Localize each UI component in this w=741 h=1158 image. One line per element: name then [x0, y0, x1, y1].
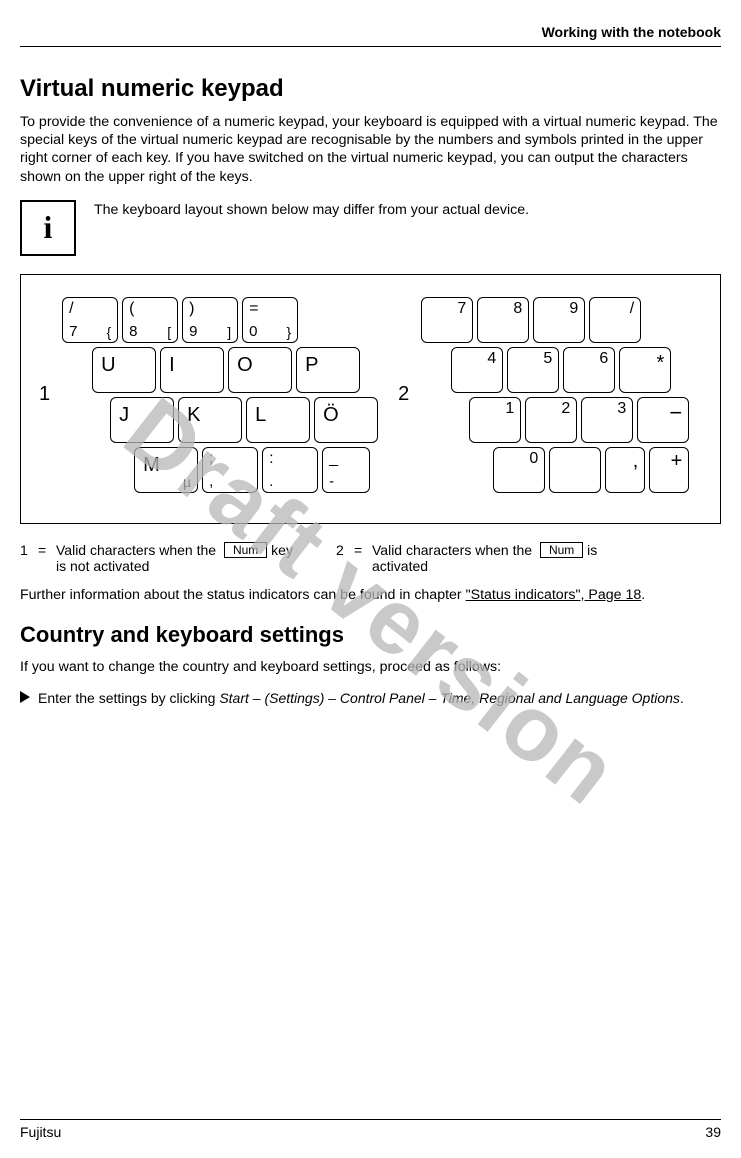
key: )9]: [182, 297, 238, 343]
step-bullet-icon: [20, 691, 30, 703]
key: O: [228, 347, 292, 393]
key: ;,: [202, 447, 258, 493]
key: 5: [507, 347, 559, 393]
key: P: [296, 347, 360, 393]
step-row: Enter the settings by clicking Start – (…: [20, 690, 721, 706]
diagram-label-1: 1: [39, 383, 50, 406]
key: :.: [262, 447, 318, 493]
legend-item-2: 2 = Valid characters when the Num is act…: [336, 542, 612, 574]
num-key-label: Num: [224, 542, 267, 558]
footer-brand: Fujitsu: [20, 1124, 61, 1140]
info-icon: i: [20, 200, 76, 256]
status-indicators-link[interactable]: "Status indicators", Page 18: [466, 587, 642, 603]
further-info-paragraph: Further information about the status ind…: [20, 586, 721, 604]
key: (8[: [122, 297, 178, 343]
key: /: [589, 297, 641, 343]
key: 3: [581, 397, 633, 443]
num-key-label: Num: [540, 542, 583, 558]
legend-item-1: 1 = Valid characters when the Num key is…: [20, 542, 296, 574]
key: J: [110, 397, 174, 443]
key: =0}: [242, 297, 298, 343]
key: Mµ: [134, 447, 198, 493]
header-divider: [20, 46, 721, 47]
keyboard-right: 7 8 9 / 4 5 6 * 1 2 3 − 0: [421, 297, 689, 493]
page-footer: Fujitsu 39: [20, 1119, 721, 1140]
key: 0: [493, 447, 545, 493]
keyboard-diagram: 1 /7{ (8[ )9] =0} U I O P J K: [20, 274, 721, 524]
key: /7{: [62, 297, 118, 343]
diagram-legend: 1 = Valid characters when the Num key is…: [20, 542, 721, 574]
key: 1: [469, 397, 521, 443]
heading-country-keyboard: Country and keyboard settings: [20, 622, 721, 648]
running-header: Working with the notebook: [20, 24, 721, 46]
key: 4: [451, 347, 503, 393]
key: I: [160, 347, 224, 393]
info-note: i The keyboard layout shown below may di…: [20, 200, 721, 256]
key: 2: [525, 397, 577, 443]
key: U: [92, 347, 156, 393]
key: _-: [322, 447, 370, 493]
diagram-label-2: 2: [398, 383, 409, 406]
key: 9: [533, 297, 585, 343]
key: K: [178, 397, 242, 443]
keyboard-left: /7{ (8[ )9] =0} U I O P J K L Ö: [62, 297, 378, 493]
country-intro: If you want to change the country and ke…: [20, 658, 721, 676]
intro-paragraph: To provide the convenience of a numeric …: [20, 113, 721, 186]
info-note-text: The keyboard layout shown below may diff…: [94, 200, 529, 218]
heading-virtual-keypad: Virtual numeric keypad: [20, 75, 721, 103]
key: ,: [605, 447, 645, 493]
key: [549, 447, 601, 493]
key: Ö: [314, 397, 378, 443]
key: 8: [477, 297, 529, 343]
key: −: [637, 397, 689, 443]
key: L: [246, 397, 310, 443]
menu-path: Start – (Settings) – Control Panel – Tim…: [219, 690, 680, 706]
footer-divider: [20, 1119, 721, 1120]
page-number: 39: [705, 1124, 721, 1140]
key: +: [649, 447, 689, 493]
key: 6: [563, 347, 615, 393]
key: 7: [421, 297, 473, 343]
key: *: [619, 347, 671, 393]
